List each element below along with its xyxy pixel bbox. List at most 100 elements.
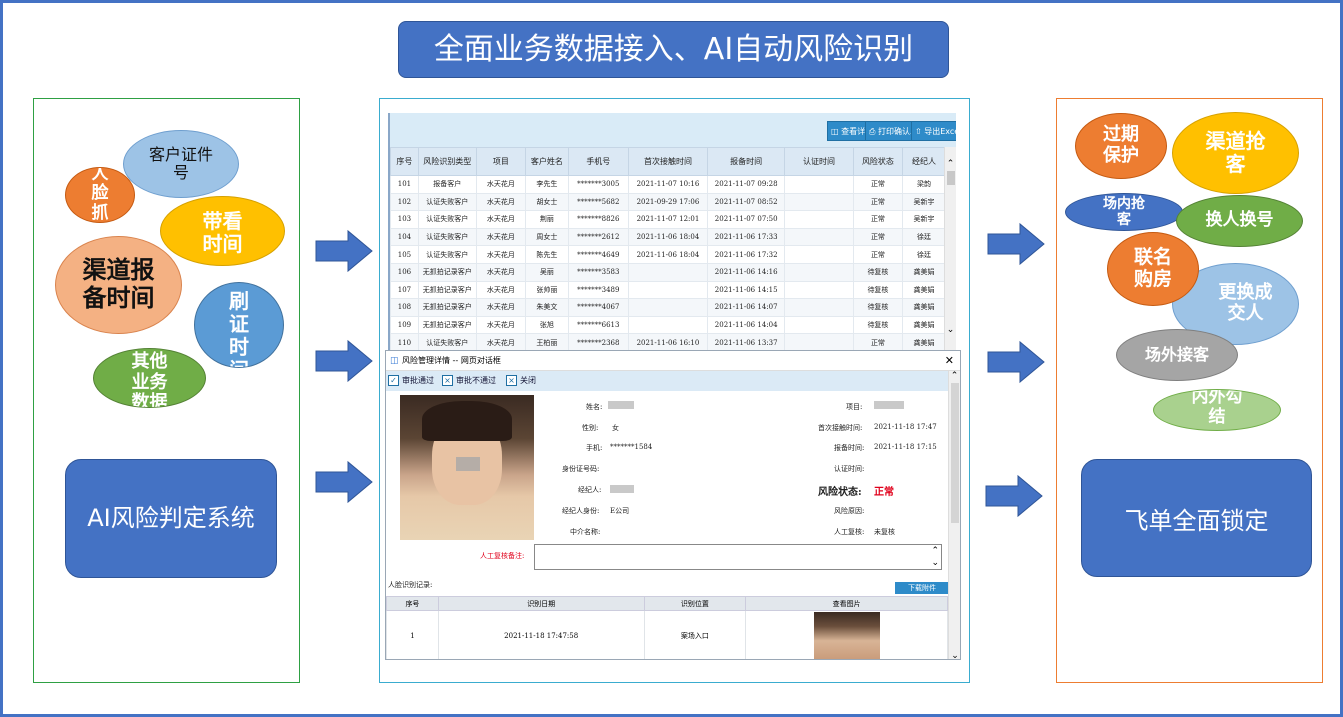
table-cell: 张旭: [524, 315, 569, 335]
table-cell: 龚美娟: [902, 298, 946, 317]
table-cell: *******3489: [567, 280, 629, 300]
risk-status-label: 风险状态:: [818, 487, 862, 498]
table-cell: 李先生: [524, 175, 569, 194]
scroll-down-icon[interactable]: ⌄: [945, 325, 956, 335]
record-photo-thumbnail[interactable]: [813, 611, 880, 659]
id-number-label: 身份证号码:: [562, 465, 600, 473]
table-row[interactable]: 109 无抓拍记录客户 水天花月 张旭 *******6613 2021-11-06 14…: [390, 315, 946, 335]
table-cell: 王柏丽: [524, 333, 569, 351]
column-header[interactable]: 风险状态: [852, 147, 904, 176]
risk-status-cell: 正常: [852, 333, 904, 351]
table-row[interactable]: 102 认证失败客户 水天花月 胡女士 *******5682 2021-09-29 17…: [390, 192, 946, 212]
table-cell: 2021-11-07 08:52: [707, 192, 786, 212]
table-cell: 水天花月: [475, 315, 526, 335]
scroll-thumb[interactable]: [946, 171, 955, 185]
export-excel-button[interactable]: ⇧ 导出Excel: [911, 121, 956, 141]
table-cell: *******4649: [567, 245, 629, 264]
scroll-up-icon[interactable]: ⌃: [945, 159, 956, 169]
manual-review-label: 人工复核:: [834, 528, 865, 536]
table-cell: 水天花月: [475, 245, 526, 264]
table-row[interactable]: 101 报备客户 水天花月 李先生 *******3005 2021-11-07 10:1…: [390, 175, 946, 194]
scroll-thumb[interactable]: [950, 383, 959, 523]
column-header[interactable]: 手机号: [567, 147, 629, 176]
risk-reason-label: 风险原因:: [834, 507, 865, 515]
table-cell: [784, 175, 854, 194]
table-header-row: 序号 风险识别类型 项目 客户姓名 手机号 首次接触时间 报备时间 认证时间 风…: [390, 147, 946, 176]
table-cell: 108: [390, 298, 419, 317]
dialog-scrollbar[interactable]: ⌃ ⌄: [948, 371, 960, 659]
project-label: 项目:: [846, 403, 863, 411]
column-header[interactable]: 客户姓名: [524, 147, 569, 176]
column-header[interactable]: 首次接触时间: [627, 147, 709, 176]
column-header[interactable]: 风险识别类型: [417, 147, 477, 176]
column-header[interactable]: 项目: [475, 147, 526, 176]
column-header: 查看图片: [745, 596, 948, 611]
table-scrollbar[interactable]: ⌃ ⌄: [944, 147, 956, 351]
table-row[interactable]: 104 认证失败客户 水天花月 周女士 *******2612 2021-11-06 18…: [390, 227, 946, 247]
table-row[interactable]: 108 无抓拍记录客户 水天花月 朱美文 *******4067 2021-11-06 1…: [390, 298, 946, 317]
table-cell: 107: [390, 280, 419, 300]
table-cell: 2021-11-06 16:10: [627, 333, 709, 351]
gender-label: 性别:: [582, 424, 599, 432]
arrow-right-icon: [315, 460, 373, 504]
table-cell: 徐廷: [902, 227, 946, 247]
risk-table: 序号 风险识别类型 项目 客户姓名 手机号 首次接触时间 报备时间 认证时间 风…: [390, 147, 946, 351]
table-cell: [784, 227, 854, 247]
download-attachment-button[interactable]: 下载附件: [895, 582, 949, 594]
close-icon: ×: [506, 375, 517, 386]
risk-status-cell: 待复核: [852, 280, 904, 300]
review-note-label: 人工复核备注:: [480, 552, 525, 560]
reject-button[interactable]: × 审批不通过: [442, 374, 496, 388]
table-row[interactable]: 106 无抓拍记录客户 水天花月 吴丽 *******3583 2021-11-06 14…: [390, 262, 946, 282]
table-cell: 2021-11-06 18:04: [627, 227, 709, 247]
table-row[interactable]: 105 认证失败客户 水天花月 陈先生 *******4649 2021-11-06 18…: [390, 245, 946, 264]
table-cell: [784, 262, 854, 282]
column-header[interactable]: 认证时间: [784, 147, 854, 176]
manual-review-value: 未复核: [874, 528, 895, 536]
close-button[interactable]: × 关闭: [506, 374, 536, 388]
column-header[interactable]: 报备时间: [707, 147, 786, 176]
table-cell: 水天花月: [475, 262, 526, 282]
column-header[interactable]: 经纪人: [902, 147, 946, 176]
column-header[interactable]: 序号: [390, 147, 419, 176]
column-header: 序号: [386, 596, 439, 611]
bubble-channel-report: 渠道报备时间: [55, 236, 182, 334]
face-record-table: 序号 识别日期 识别位置 查看图片 1 2021-11-18 17:47:58 …: [386, 596, 948, 659]
close-icon[interactable]: ✕: [945, 351, 954, 371]
table-cell: 龚美娟: [902, 315, 946, 335]
table-cell: 2021-11-06 17:32: [707, 245, 786, 264]
bubble-expired-protection: 过期保护: [1075, 113, 1167, 179]
bubble-onsite-grab: 场内抢客: [1065, 193, 1183, 231]
table-cell: 荆丽: [524, 210, 569, 229]
approve-button[interactable]: ✓ 审批通过: [388, 374, 434, 388]
scroll-arrows-icon[interactable]: ⌃ ⌄: [931, 545, 939, 569]
intermediary-label: 中介名称:: [570, 528, 601, 536]
review-note-textarea[interactable]: ⌃ ⌄: [534, 544, 942, 570]
table-cell: 2021-11-07 10:16: [627, 175, 709, 194]
table-cell: 2021-11-06 17:33: [707, 227, 786, 247]
arrow-right-icon: [987, 340, 1045, 384]
table-row[interactable]: 107 无抓拍记录客户 水天花月 张帅丽 *******3489 2021-11-06 1…: [390, 280, 946, 300]
column-header: 识别日期: [437, 596, 645, 611]
table-cell: 周女士: [524, 227, 569, 247]
table-cell: 水天花月: [475, 280, 526, 300]
table-cell: [784, 245, 854, 264]
table-row[interactable]: 103 认证失败客户 水天花月 荆丽 *******8826 2021-11-07 12:…: [390, 210, 946, 229]
table-row[interactable]: 110 认证失败客户 水天花月 王柏丽 *******2368 2021-11-06 16…: [390, 333, 946, 351]
scroll-up-icon[interactable]: ⌃: [949, 371, 960, 381]
table-cell: 认证失败客户: [417, 245, 477, 264]
table-cell: *******5682: [567, 192, 629, 212]
table-cell: [784, 315, 854, 335]
report-time-label: 报备时间:: [834, 444, 865, 452]
agent-redacted: [610, 485, 634, 493]
table-cell: 水天花月: [475, 210, 526, 229]
table-cell: 报备客户: [417, 175, 477, 194]
table-cell: [627, 298, 709, 317]
table-cell: 2021-11-07 09:28: [707, 175, 786, 194]
agent-label: 经纪人:: [578, 486, 602, 494]
table-cell: *******2368: [567, 333, 629, 351]
column-header: 识别位置: [643, 596, 747, 611]
risk-status-cell: 正常: [852, 245, 904, 264]
table-row: 1 2021-11-18 17:47:58 案场入口: [386, 610, 948, 659]
scroll-down-icon[interactable]: ⌄: [949, 651, 960, 659]
